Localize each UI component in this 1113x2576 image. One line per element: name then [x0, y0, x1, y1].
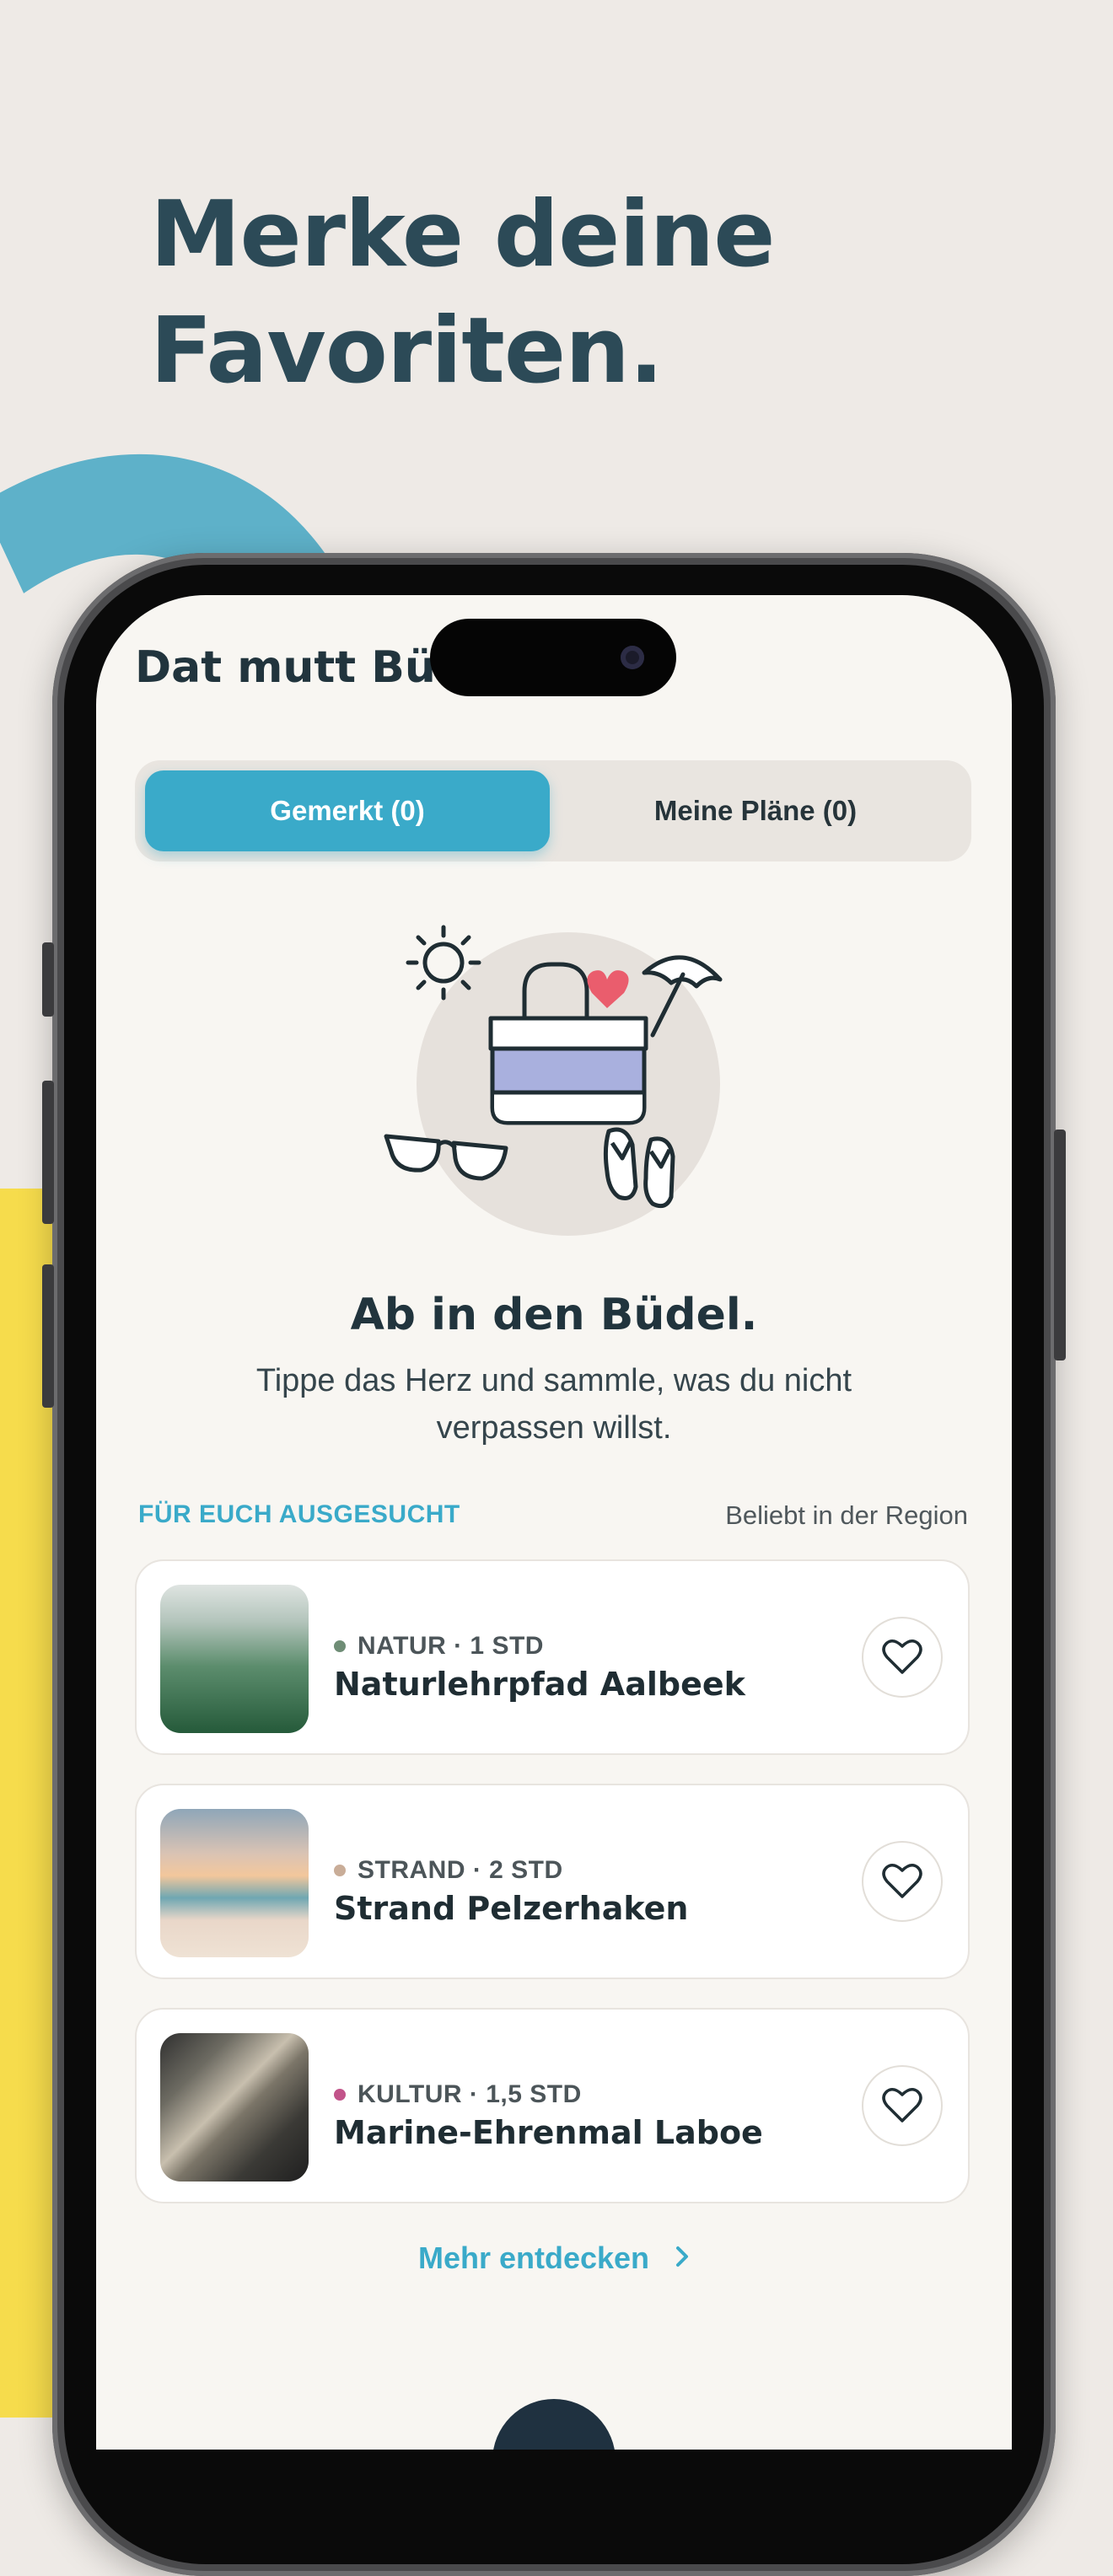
list-item[interactable]: STRAND · 2 STD Strand Pelzerhaken: [135, 1784, 970, 1979]
place-thumbnail-forest: [160, 1585, 309, 1733]
dynamic-island: [430, 619, 676, 696]
bottom-nav-button[interactable]: [492, 2399, 616, 2450]
sun-icon: [406, 925, 481, 1001]
favorite-button[interactable]: [862, 1841, 943, 1922]
section-meta: Beliebt in der Region: [725, 1500, 968, 1530]
heart-icon: [882, 1640, 922, 1674]
category-dot: [334, 1865, 346, 1876]
marketing-headline: Merke deine Favoriten.: [150, 177, 775, 410]
list-item[interactable]: NATUR · 1 STD Naturlehrpfad Aalbeek: [135, 1559, 970, 1755]
category-dot: [334, 1640, 346, 1652]
place-category: STRAND · 2 STD: [334, 1856, 563, 1885]
category-label: STRAND · 2 STD: [358, 1856, 563, 1884]
phone-power-button: [1054, 1130, 1066, 1360]
heart-icon: [882, 2088, 922, 2123]
tab-meine-plaene[interactable]: Meine Pläne (0): [553, 770, 958, 851]
place-name: Marine-Ehrenmal Laboe: [334, 2114, 763, 2151]
app-screen: Dat mutt Büdel Gemerkt (0) Meine Pläne (…: [96, 595, 1012, 2450]
category-dot: [334, 2089, 346, 2101]
favorite-button[interactable]: [862, 1617, 943, 1698]
headline-line-1: Merke deine: [150, 182, 775, 287]
place-category: NATUR · 1 STD: [334, 1632, 544, 1661]
headline-line-2: Favoriten.: [150, 298, 664, 404]
favorite-button[interactable]: [862, 2065, 943, 2146]
place-category: KULTUR · 1,5 STD: [334, 2080, 582, 2109]
category-label: KULTUR · 1,5 STD: [358, 2080, 582, 2108]
tab-gemerkt[interactable]: Gemerkt (0): [145, 770, 550, 851]
phone-action-button: [42, 942, 54, 1017]
section-heading: FÜR EUCH AUSGESUCHT: [138, 1500, 460, 1528]
camera-icon: [621, 646, 644, 669]
heart-icon: [882, 1864, 922, 1898]
chevron-right-icon: [675, 2241, 690, 2276]
place-thumbnail-memorial: [160, 2033, 309, 2182]
empty-state-title: Ab in den Büdel.: [350, 1290, 758, 1340]
place-thumbnail-beach: [160, 1809, 309, 1957]
more-discover-label: Mehr entdecken: [417, 2241, 650, 2275]
phone-volume-up-button: [42, 1081, 54, 1224]
list-item[interactable]: KULTUR · 1,5 STD Marine-Ehrenmal Laboe: [135, 2008, 970, 2203]
place-name: Naturlehrpfad Aalbeek: [334, 1666, 745, 1703]
category-label: NATUR · 1 STD: [358, 1632, 544, 1660]
empty-state-text: Tippe das Herz und sammle, was du nicht …: [255, 1363, 852, 1446]
phone-volume-down-button: [42, 1264, 54, 1408]
place-name: Strand Pelzerhaken: [334, 1890, 689, 1927]
empty-state-illustration: [384, 925, 723, 1236]
favorites-segmented-control: Gemerkt (0) Meine Pläne (0): [135, 760, 971, 861]
more-discover-link[interactable]: Mehr entdecken: [96, 2241, 1012, 2276]
